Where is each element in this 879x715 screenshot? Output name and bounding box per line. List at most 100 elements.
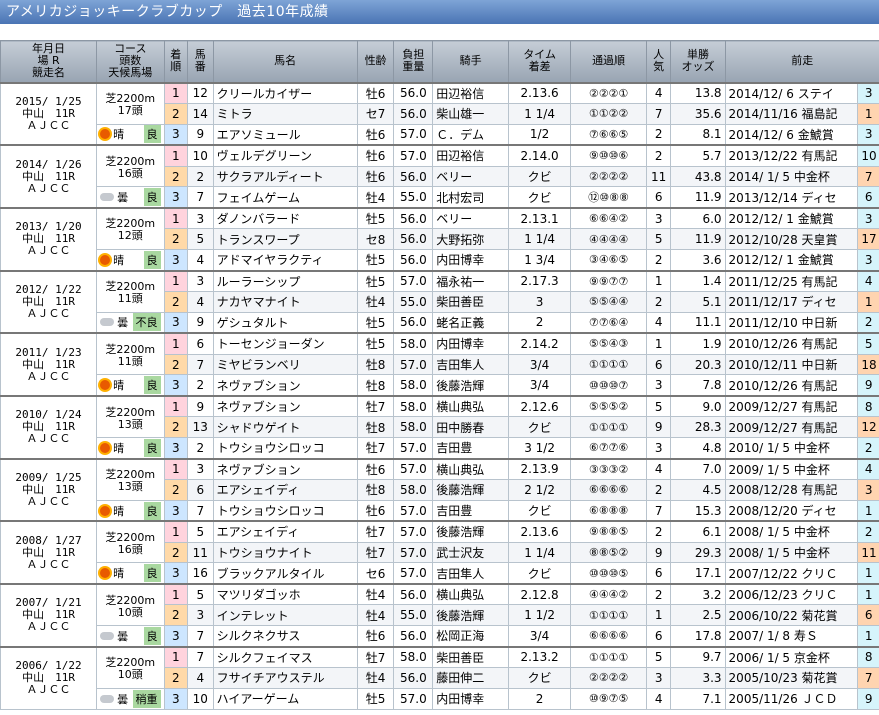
jockey-link[interactable]: 松岡正海	[432, 625, 509, 648]
previous-race-link[interactable]: 2014/12/ 6 金鯱賞	[724, 123, 859, 146]
race-name[interactable]: ＡＪＣＣ	[4, 370, 93, 383]
jockey-link[interactable]: 田辺裕信	[432, 81, 509, 104]
race-name[interactable]: ＡＪＣＣ	[4, 495, 93, 508]
horse-name-link[interactable]: エアシェイディ	[212, 478, 358, 501]
previous-race-link[interactable]: 2010/12/26 有馬記	[724, 332, 859, 355]
horse-name-link[interactable]: ゲシュタルト	[212, 311, 358, 334]
horse-name-link[interactable]: トウショウナイト	[212, 541, 358, 564]
horse-name-link[interactable]: ルーラーシップ	[212, 269, 358, 292]
previous-race-link[interactable]: 2008/ 1/ 5 中金杯	[724, 520, 859, 543]
previous-race-link[interactable]: 2013/12/14 ディセ	[724, 186, 859, 209]
previous-race-link[interactable]: 2011/12/10 中日新	[724, 311, 859, 334]
horse-name-link[interactable]: ネヴァブション	[212, 457, 358, 480]
horse-name-link[interactable]: サクラアルディート	[212, 165, 358, 188]
horse-name-link[interactable]: ネヴァブション	[212, 394, 358, 418]
jockey-link[interactable]: 内田博幸	[432, 687, 509, 710]
previous-race-link[interactable]: 2010/ 1/ 5 中金杯	[724, 437, 859, 460]
horse-name-link[interactable]: トランスワープ	[212, 228, 358, 251]
horse-name-link[interactable]: エアシェイディ	[212, 520, 358, 543]
previous-race-link[interactable]: 2013/12/22 有馬記	[724, 144, 859, 167]
horse-name-link[interactable]: フェイムゲーム	[212, 186, 358, 209]
jockey-link[interactable]: 横山典弘	[432, 394, 509, 418]
horse-name-link[interactable]: ミヤビランベリ	[212, 353, 358, 376]
horse-name-link[interactable]: クリールカイザー	[212, 81, 358, 104]
horse-name-link[interactable]: フサイチアウステル	[212, 666, 358, 689]
jockey-link[interactable]: 横山典弘	[432, 582, 509, 606]
jockey-link[interactable]: 武士沢友	[432, 541, 509, 564]
previous-race-link[interactable]: 2006/12/23 クリＣ	[724, 582, 859, 606]
race-name[interactable]: ＡＪＣＣ	[4, 119, 93, 132]
horse-name-link[interactable]: シルクネクサス	[212, 625, 358, 648]
jockey-link[interactable]: 後藤浩輝	[432, 374, 509, 397]
horse-name-link[interactable]: アドマイヤラクティ	[212, 249, 358, 272]
horse-name-link[interactable]: ネヴァブション	[212, 374, 358, 397]
previous-race-link[interactable]: 2014/ 1/ 5 中金杯	[724, 165, 859, 188]
jockey-link[interactable]: 内田博幸	[432, 332, 509, 355]
previous-race-link[interactable]: 2014/12/ 6 ステイ	[724, 81, 859, 104]
previous-race-link[interactable]: 2008/ 1/ 5 中金杯	[724, 541, 859, 564]
previous-race-link[interactable]: 2005/10/23 菊花賞	[724, 666, 859, 689]
previous-race-link[interactable]: 2009/12/27 有馬記	[724, 394, 859, 418]
horse-name-link[interactable]: トウショウシロッコ	[212, 499, 358, 522]
jockey-link[interactable]: 田中勝春	[432, 416, 509, 439]
jockey-link[interactable]: 福永祐一	[432, 269, 509, 292]
jockey-link[interactable]: 内田博幸	[432, 249, 509, 272]
race-name[interactable]: ＡＪＣＣ	[4, 621, 93, 633]
horse-name-link[interactable]: トウショウシロッコ	[212, 437, 358, 460]
jockey-link[interactable]: 後藤浩輝	[432, 520, 509, 543]
previous-race-link[interactable]: 2008/12/20 ディセ	[724, 499, 859, 522]
previous-race-link[interactable]: 2009/12/27 有馬記	[724, 416, 859, 439]
jockey-link[interactable]: 吉田隼人	[432, 562, 509, 585]
previous-race-link[interactable]: 2012/10/28 天皇賞	[724, 228, 859, 251]
previous-race-link[interactable]: 2006/10/22 菊花賞	[724, 604, 859, 627]
jockey-link[interactable]: 柴田善臣	[432, 290, 509, 313]
previous-race-link[interactable]: 2010/12/11 中日新	[724, 353, 859, 376]
race-name[interactable]: ＡＪＣＣ	[4, 433, 93, 445]
previous-race-link[interactable]: 2005/11/26 ＪＣＤ	[724, 687, 859, 710]
previous-race-link[interactable]: 2008/12/28 有馬記	[724, 478, 859, 501]
horse-name-link[interactable]: インテレット	[212, 604, 358, 627]
previous-race-link[interactable]: 2006/ 1/ 5 京金杯	[724, 645, 859, 668]
horse-name-link[interactable]: ハイアーゲーム	[212, 687, 358, 710]
previous-race-link[interactable]: 2010/12/26 有馬記	[724, 374, 859, 397]
previous-race-link[interactable]: 2011/12/25 有馬記	[724, 269, 859, 292]
jockey-link[interactable]: 藤田伸二	[432, 666, 509, 689]
horse-name-link[interactable]: ナカヤマナイト	[212, 290, 358, 313]
horse-name-link[interactable]: ダノンバラード	[212, 206, 358, 230]
previous-race-link[interactable]: 2012/12/ 1 金鯱賞	[724, 249, 859, 272]
jockey-link[interactable]: 北村宏司	[432, 186, 509, 209]
jockey-link[interactable]: 後藤浩輝	[432, 604, 509, 627]
race-name[interactable]: ＡＪＣＣ	[4, 182, 93, 195]
horse-name-link[interactable]: エアソミュール	[212, 123, 358, 146]
jockey-link[interactable]: 蛯名正義	[432, 311, 509, 334]
previous-race-link[interactable]: 2007/ 1/ 8 寿Ｓ	[724, 625, 859, 648]
previous-race-link[interactable]: 2012/12/ 1 金鯱賞	[724, 206, 859, 230]
race-name[interactable]: ＡＪＣＣ	[4, 684, 93, 696]
horse-name-link[interactable]: シルクフェイマス	[212, 645, 358, 668]
jockey-link[interactable]: 柴田善臣	[432, 645, 509, 668]
previous-race-link[interactable]: 2011/12/17 ディセ	[724, 290, 859, 313]
jockey-link[interactable]: 吉田豊	[432, 499, 509, 522]
jockey-link[interactable]: 田辺裕信	[432, 144, 509, 167]
previous-race-link[interactable]: 2009/ 1/ 5 中金杯	[724, 457, 859, 480]
jockey-link[interactable]: ベリー	[432, 206, 509, 230]
horse-name-link[interactable]: ブラックアルタイル	[212, 562, 358, 585]
horse-name-link[interactable]: シャドウゲイト	[212, 416, 358, 439]
jockey-link[interactable]: 吉田隼人	[432, 353, 509, 376]
jockey-link[interactable]: Ｃ．デム	[432, 123, 509, 146]
previous-race-link[interactable]: 2007/12/22 クリＣ	[724, 562, 859, 585]
jockey-link[interactable]: 後藤浩輝	[432, 478, 509, 501]
race-name[interactable]: ＡＪＣＣ	[4, 558, 93, 571]
race-name[interactable]: ＡＪＣＣ	[4, 245, 93, 257]
previous-race-link[interactable]: 2014/11/16 福島記	[724, 102, 859, 125]
horse-name-link[interactable]: ヴェルデグリーン	[212, 144, 358, 167]
jockey-link[interactable]: 吉田豊	[432, 437, 509, 460]
jockey-link[interactable]: 横山典弘	[432, 457, 509, 480]
jockey-link[interactable]: 柴山雄一	[432, 102, 509, 125]
horse-name-link[interactable]: トーセンジョーダン	[212, 332, 358, 355]
jockey-link[interactable]: ベリー	[432, 165, 509, 188]
horse-name-link[interactable]: ミトラ	[212, 102, 358, 125]
horse-name-link[interactable]: マツリダゴッホ	[212, 582, 358, 606]
race-name[interactable]: ＡＪＣＣ	[4, 307, 93, 320]
jockey-link[interactable]: 大野拓弥	[432, 228, 509, 251]
